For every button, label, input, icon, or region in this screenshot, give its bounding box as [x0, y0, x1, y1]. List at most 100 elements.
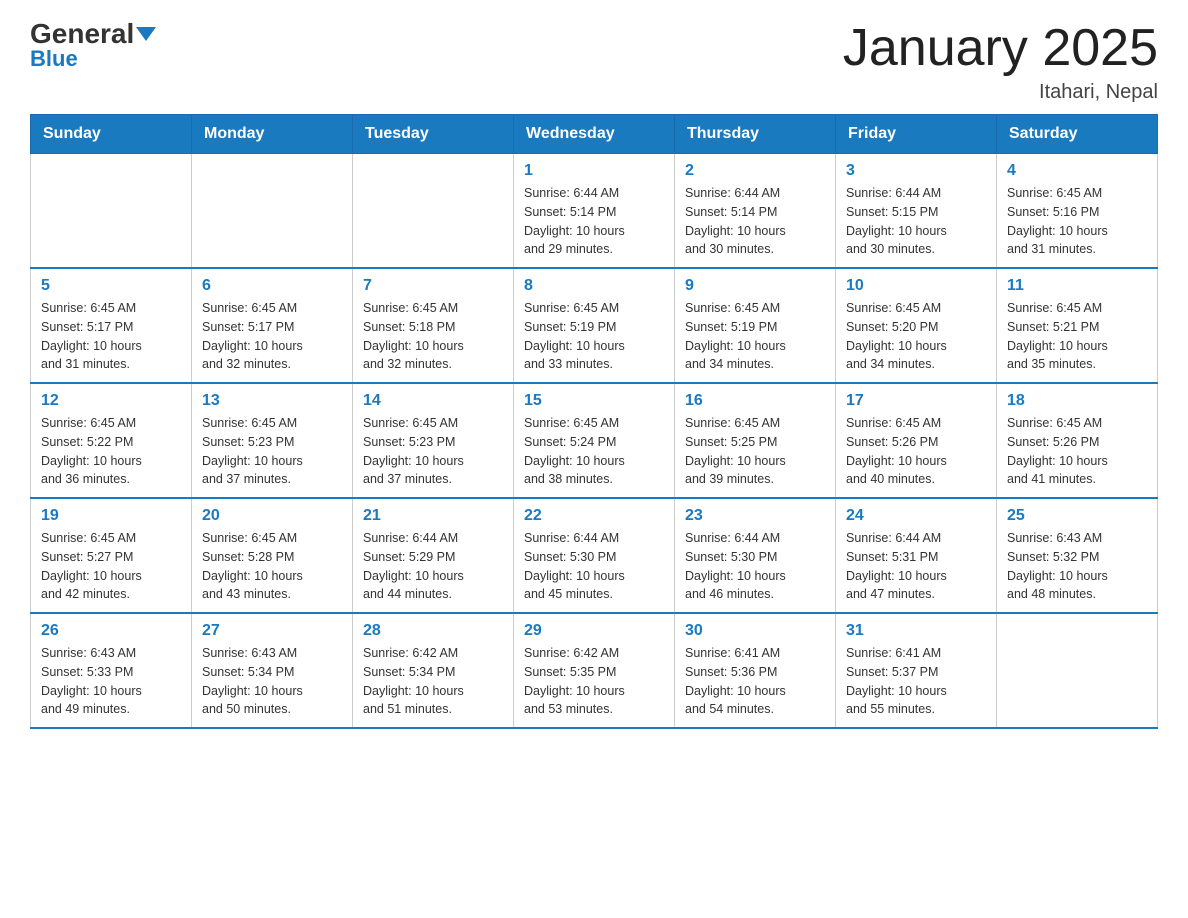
- day-number: 11: [1007, 277, 1147, 295]
- calendar-cell: 1Sunrise: 6:44 AMSunset: 5:14 PMDaylight…: [514, 154, 675, 269]
- calendar-body: 1 Sunrise: 6:44 AMSunset: 5:14 PMDaylight…: [31, 154, 1158, 729]
- calendar-cell: 13Sunrise: 6:45 AMSunset: 5:23 PMDayligh…: [192, 383, 353, 498]
- calendar-header: SundayMondayTuesdayWednesdayThursdayFrid…: [31, 115, 1158, 154]
- day-number: 16: [685, 392, 825, 410]
- calendar-cell: 30 Sunrise: 6:41 AMSunset: 5:36 PMDayligh…: [675, 613, 836, 728]
- day-info: Sunrise: 6:45 AMSunset: 5:25 PMDaylight:…: [685, 414, 825, 489]
- calendar-week-row: 26 Sunrise: 6:43 AMSunset: 5:33 PMDayligh…: [31, 613, 1158, 728]
- day-info: Sunrise: 6:44 AMSunset: 5:30 PMDaylight:…: [685, 529, 825, 604]
- calendar-cell: 20 Sunrise: 6:45 AMSunset: 5:28 PMDayligh…: [192, 498, 353, 613]
- day-number: 19: [41, 507, 181, 525]
- day-info: Sunrise: 6:45 AMSunset: 5:18 PMDaylight:…: [363, 299, 503, 374]
- page-header: General Blue January 2025 Itahari, Nepal: [30, 20, 1158, 104]
- day-info: Sunrise: 6:44 AMSunset: 5:14 PMDaylight:…: [685, 184, 825, 259]
- day-info: Sunrise: 6:45 AMSunset: 5:20 PMDaylight:…: [846, 299, 986, 374]
- day-number: 27: [202, 622, 342, 640]
- calendar-cell: 11 Sunrise: 6:45 AMSunset: 5:21 PMDayligh…: [997, 268, 1158, 383]
- weekday-header-monday: Monday: [192, 115, 353, 154]
- day-number: 7: [363, 277, 503, 295]
- calendar-cell: 22 Sunrise: 6:44 AMSunset: 5:30 PMDayligh…: [514, 498, 675, 613]
- day-number: 4: [1007, 162, 1147, 180]
- calendar-cell: 3 Sunrise: 6:44 AMSunset: 5:15 PMDaylight…: [836, 154, 997, 269]
- day-info: Sunrise: 6:45 AMSunset: 5:22 PMDaylight:…: [41, 414, 181, 489]
- day-number: 24: [846, 507, 986, 525]
- title-block: January 2025 Itahari, Nepal: [843, 20, 1158, 104]
- calendar-cell: 2 Sunrise: 6:44 AMSunset: 5:14 PMDaylight…: [675, 154, 836, 269]
- day-number: 17: [846, 392, 986, 410]
- day-number: 23: [685, 507, 825, 525]
- day-number: 8: [524, 277, 664, 295]
- day-info: Sunrise: 6:45 AMSunset: 5:23 PMDaylight:…: [363, 414, 503, 489]
- day-info: Sunrise: 6:42 AMSunset: 5:35 PMDaylight:…: [524, 644, 664, 719]
- day-info: Sunrise: 6:45 AMSunset: 5:19 PMDaylight:…: [685, 299, 825, 374]
- day-info: Sunrise: 6:41 AMSunset: 5:37 PMDaylight:…: [846, 644, 986, 719]
- day-info: Sunrise: 6:44 AMSunset: 5:30 PMDaylight:…: [524, 529, 664, 604]
- day-number: 26: [41, 622, 181, 640]
- day-number: 25: [1007, 507, 1147, 525]
- calendar-cell: 9 Sunrise: 6:45 AMSunset: 5:19 PMDaylight…: [675, 268, 836, 383]
- day-number: 10: [846, 277, 986, 295]
- day-number: 1: [524, 162, 664, 180]
- logo: General Blue: [30, 20, 156, 72]
- day-info: Sunrise: 6:45 AMSunset: 5:23 PMDaylight:…: [202, 414, 342, 489]
- weekday-header-friday: Friday: [836, 115, 997, 154]
- day-info: Sunrise: 6:45 AMSunset: 5:17 PMDaylight:…: [202, 299, 342, 374]
- weekday-header-tuesday: Tuesday: [353, 115, 514, 154]
- calendar-cell: 26 Sunrise: 6:43 AMSunset: 5:33 PMDayligh…: [31, 613, 192, 728]
- calendar-cell: 14Sunrise: 6:45 AMSunset: 5:23 PMDayligh…: [353, 383, 514, 498]
- day-number: 28: [363, 622, 503, 640]
- day-info: Sunrise: 6:41 AMSunset: 5:36 PMDaylight:…: [685, 644, 825, 719]
- day-info: Sunrise: 6:45 AMSunset: 5:21 PMDaylight:…: [1007, 299, 1147, 374]
- logo-triangle-icon: [136, 27, 156, 41]
- day-number: 2: [685, 162, 825, 180]
- calendar-cell: 19 Sunrise: 6:45 AMSunset: 5:27 PMDayligh…: [31, 498, 192, 613]
- day-info: Sunrise: 6:44 AMSunset: 5:31 PMDaylight:…: [846, 529, 986, 604]
- calendar-cell: 8 Sunrise: 6:45 AMSunset: 5:19 PMDaylight…: [514, 268, 675, 383]
- calendar-cell: 17Sunrise: 6:45 AMSunset: 5:26 PMDayligh…: [836, 383, 997, 498]
- calendar-cell: [353, 154, 514, 269]
- calendar-cell: 6Sunrise: 6:45 AMSunset: 5:17 PMDaylight…: [192, 268, 353, 383]
- day-info: Sunrise: 6:45 AMSunset: 5:19 PMDaylight:…: [524, 299, 664, 374]
- day-info: Sunrise: 6:45 AMSunset: 5:28 PMDaylight:…: [202, 529, 342, 604]
- weekday-header-thursday: Thursday: [675, 115, 836, 154]
- calendar-cell: [192, 154, 353, 269]
- day-info: Sunrise: 6:45 AMSunset: 5:26 PMDaylight:…: [1007, 414, 1147, 489]
- calendar-cell: 21Sunrise: 6:44 AMSunset: 5:29 PMDayligh…: [353, 498, 514, 613]
- calendar-cell: 28 Sunrise: 6:42 AMSunset: 5:34 PMDayligh…: [353, 613, 514, 728]
- calendar-week-row: 12 Sunrise: 6:45 AMSunset: 5:22 PMDayligh…: [31, 383, 1158, 498]
- weekday-header-wednesday: Wednesday: [514, 115, 675, 154]
- day-info: Sunrise: 6:45 AMSunset: 5:27 PMDaylight:…: [41, 529, 181, 604]
- calendar-week-row: 1 Sunrise: 6:44 AMSunset: 5:14 PMDaylight…: [31, 154, 1158, 269]
- day-info: Sunrise: 6:44 AMSunset: 5:15 PMDaylight:…: [846, 184, 986, 259]
- day-number: 5: [41, 277, 181, 295]
- calendar-cell: 5 Sunrise: 6:45 AMSunset: 5:17 PMDaylight…: [31, 268, 192, 383]
- calendar-cell: 27 Sunrise: 6:43 AMSunset: 5:34 PMDayligh…: [192, 613, 353, 728]
- day-info: Sunrise: 6:43 AMSunset: 5:34 PMDaylight:…: [202, 644, 342, 719]
- calendar-cell: 29Sunrise: 6:42 AMSunset: 5:35 PMDayligh…: [514, 613, 675, 728]
- calendar-cell: [31, 154, 192, 269]
- day-info: Sunrise: 6:43 AMSunset: 5:32 PMDaylight:…: [1007, 529, 1147, 604]
- day-number: 15: [524, 392, 664, 410]
- day-info: Sunrise: 6:42 AMSunset: 5:34 PMDaylight:…: [363, 644, 503, 719]
- calendar-location: Itahari, Nepal: [843, 81, 1158, 104]
- day-info: Sunrise: 6:45 AMSunset: 5:17 PMDaylight:…: [41, 299, 181, 374]
- day-number: 22: [524, 507, 664, 525]
- day-number: 21: [363, 507, 503, 525]
- calendar-cell: 10 Sunrise: 6:45 AMSunset: 5:20 PMDayligh…: [836, 268, 997, 383]
- day-info: Sunrise: 6:43 AMSunset: 5:33 PMDaylight:…: [41, 644, 181, 719]
- weekday-row: SundayMondayTuesdayWednesdayThursdayFrid…: [31, 115, 1158, 154]
- day-number: 12: [41, 392, 181, 410]
- calendar-cell: 7 Sunrise: 6:45 AMSunset: 5:18 PMDaylight…: [353, 268, 514, 383]
- calendar-cell: 25 Sunrise: 6:43 AMSunset: 5:32 PMDayligh…: [997, 498, 1158, 613]
- calendar-cell: 23 Sunrise: 6:44 AMSunset: 5:30 PMDayligh…: [675, 498, 836, 613]
- day-number: 20: [202, 507, 342, 525]
- logo-blue: Blue: [30, 46, 78, 72]
- day-number: 30: [685, 622, 825, 640]
- day-number: 3: [846, 162, 986, 180]
- calendar-cell: 18 Sunrise: 6:45 AMSunset: 5:26 PMDayligh…: [997, 383, 1158, 498]
- calendar-title: January 2025: [843, 20, 1158, 77]
- day-number: 9: [685, 277, 825, 295]
- calendar-cell: 4Sunrise: 6:45 AMSunset: 5:16 PMDaylight…: [997, 154, 1158, 269]
- weekday-header-sunday: Sunday: [31, 115, 192, 154]
- day-number: 18: [1007, 392, 1147, 410]
